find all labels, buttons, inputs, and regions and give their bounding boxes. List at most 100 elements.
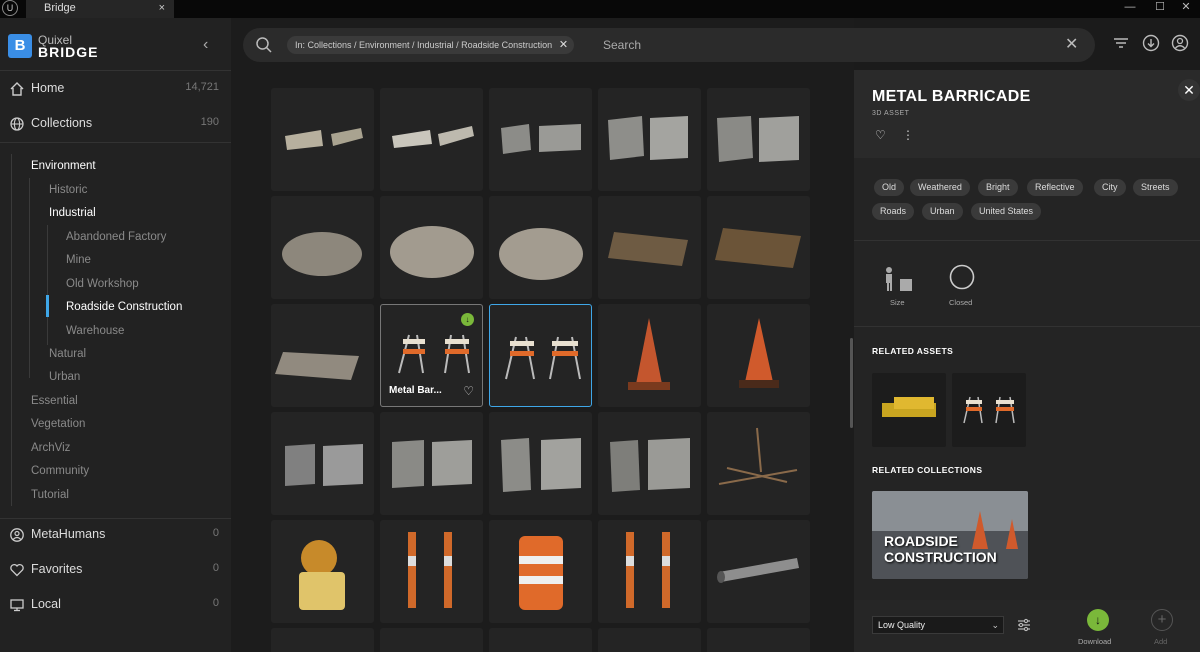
download-button[interactable]: ↓ — [1087, 609, 1109, 631]
downloads-icon[interactable] — [1142, 34, 1160, 52]
asset-tile[interactable] — [271, 520, 374, 623]
nav-favorites[interactable]: Favorites 0 — [0, 553, 231, 587]
grid-scrollbar[interactable] — [850, 338, 853, 428]
home-icon — [10, 82, 24, 96]
asset-tile[interactable] — [271, 196, 374, 299]
tag-weathered[interactable]: Weathered — [910, 179, 970, 196]
tree-warehouse[interactable]: Warehouse — [66, 325, 124, 337]
asset-tile[interactable] — [380, 412, 483, 515]
tree-community[interactable]: Community — [31, 465, 89, 477]
asset-tile[interactable] — [380, 520, 483, 623]
asset-tile[interactable] — [271, 304, 374, 407]
asset-tile[interactable] — [707, 628, 810, 652]
asset-tile-selected[interactable] — [489, 304, 592, 407]
asset-tile[interactable] — [271, 628, 374, 652]
asset-tile[interactable] — [271, 412, 374, 515]
divider — [0, 142, 231, 143]
delineator-post-thumbnail — [626, 532, 670, 608]
tree-natural[interactable]: Natural — [49, 348, 86, 360]
concrete-barrier-thumbnail — [285, 128, 363, 150]
tab-label: Bridge — [44, 2, 76, 14]
tag-streets[interactable]: Streets — [1133, 179, 1178, 196]
asset-tile[interactable] — [707, 304, 810, 407]
search-filter-chip[interactable]: In: Collections / Environment / Industri… — [287, 36, 575, 54]
tree-archviz[interactable]: ArchViz — [31, 442, 70, 454]
maximize-button[interactable]: ☐ — [1146, 0, 1174, 18]
asset-tile[interactable] — [489, 412, 592, 515]
nav-favorites-count: 0 — [212, 562, 219, 574]
account-icon[interactable] — [1171, 34, 1189, 52]
tag-roads[interactable]: Roads — [872, 203, 915, 220]
asset-tile[interactable] — [707, 520, 810, 623]
sliders-icon[interactable] — [1017, 618, 1031, 632]
metal-plate-thumbnail — [608, 232, 688, 266]
nav-home[interactable]: Home 14,721 — [0, 72, 231, 106]
tree-environment[interactable]: Environment — [31, 160, 96, 172]
tree-historic[interactable]: Historic — [49, 184, 87, 196]
tab-bridge[interactable]: Bridge × — [26, 0, 174, 18]
tag-city[interactable]: City — [1094, 179, 1126, 196]
asset-tile[interactable] — [707, 196, 810, 299]
nav-metahumans-label: MetaHumans — [31, 527, 106, 541]
favorite-heart-icon[interactable]: ♡ — [875, 128, 886, 142]
tree-essential[interactable]: Essential — [31, 395, 78, 407]
quality-select[interactable]: Low Quality ⌄ — [872, 616, 1004, 634]
asset-tile[interactable] — [271, 88, 374, 191]
asset-tile[interactable] — [489, 88, 592, 191]
nav-local[interactable]: Local 0 — [0, 588, 231, 622]
search-input[interactable] — [603, 35, 1043, 55]
close-detail-icon[interactable]: ✕ — [1178, 79, 1200, 101]
warning-light-thumbnail — [299, 540, 345, 610]
asset-tile[interactable] — [380, 196, 483, 299]
collection-name-line1: ROADSIDE — [884, 533, 958, 549]
remove-filter-icon[interactable]: ✕ — [559, 36, 568, 54]
asset-tile-metal-barricade[interactable]: ↓ Metal Bar... ♡ — [380, 304, 483, 407]
filter-icon[interactable] — [1112, 34, 1130, 52]
asset-tile[interactable] — [598, 304, 701, 407]
asset-tile[interactable] — [489, 628, 592, 652]
asset-tile[interactable] — [598, 88, 701, 191]
related-asset-tile[interactable] — [872, 373, 946, 447]
close-window-button[interactable]: ✕ — [1172, 0, 1200, 18]
nav-collections[interactable]: Collections 190 — [0, 107, 231, 141]
tag-reflective[interactable]: Reflective — [1027, 179, 1083, 196]
tree-mine[interactable]: Mine — [66, 254, 91, 266]
clear-search-icon[interactable]: ✕ — [1065, 34, 1078, 54]
tab-close-icon[interactable]: × — [159, 0, 165, 17]
nav-metahumans[interactable]: MetaHumans 0 — [0, 518, 231, 552]
tag-bright[interactable]: Bright — [978, 179, 1018, 196]
tree-urban[interactable]: Urban — [49, 371, 80, 383]
add-button[interactable]: + — [1151, 609, 1173, 631]
tree-tutorial[interactable]: Tutorial — [31, 489, 69, 501]
asset-tile[interactable] — [598, 628, 701, 652]
search-bar[interactable]: In: Collections / Environment / Industri… — [243, 28, 1095, 62]
metal-barricade-thumbnail — [963, 396, 1015, 424]
tree-old-workshop[interactable]: Old Workshop — [66, 278, 139, 290]
minimize-button[interactable]: — — [1116, 0, 1144, 18]
tag-united-states[interactable]: United States — [971, 203, 1042, 220]
size-scale-icon — [886, 267, 912, 291]
asset-tile[interactable] — [707, 412, 810, 515]
asset-tile[interactable] — [489, 520, 592, 623]
collapse-sidebar-icon[interactable]: ‹ — [203, 36, 208, 54]
asset-tile[interactable] — [380, 88, 483, 191]
favorite-heart-icon[interactable]: ♡ — [463, 384, 474, 398]
asset-tile[interactable] — [380, 628, 483, 652]
collection-name-line2: CONSTRUCTION — [884, 549, 997, 565]
related-collection-card[interactable]: ROADSIDE CONSTRUCTION — [872, 491, 1028, 579]
more-options-icon[interactable]: ⋮ — [902, 128, 914, 142]
tree-abandoned-factory[interactable]: Abandoned Factory — [66, 231, 166, 243]
asset-tile[interactable] — [489, 196, 592, 299]
tree-roadside-construction[interactable]: Roadside Construction — [66, 301, 182, 313]
related-asset-tile[interactable] — [952, 373, 1026, 447]
metal-barricade-thumbnail — [505, 336, 581, 380]
asset-tile[interactable] — [707, 88, 810, 191]
asset-tile[interactable] — [598, 196, 701, 299]
asset-tile[interactable] — [598, 520, 701, 623]
asset-tile[interactable] — [598, 412, 701, 515]
monitor-icon — [10, 599, 24, 612]
tag-old[interactable]: Old — [874, 179, 905, 196]
tag-urban[interactable]: Urban — [922, 203, 963, 220]
tree-vegetation[interactable]: Vegetation — [31, 418, 85, 430]
tree-industrial[interactable]: Industrial — [49, 207, 96, 219]
